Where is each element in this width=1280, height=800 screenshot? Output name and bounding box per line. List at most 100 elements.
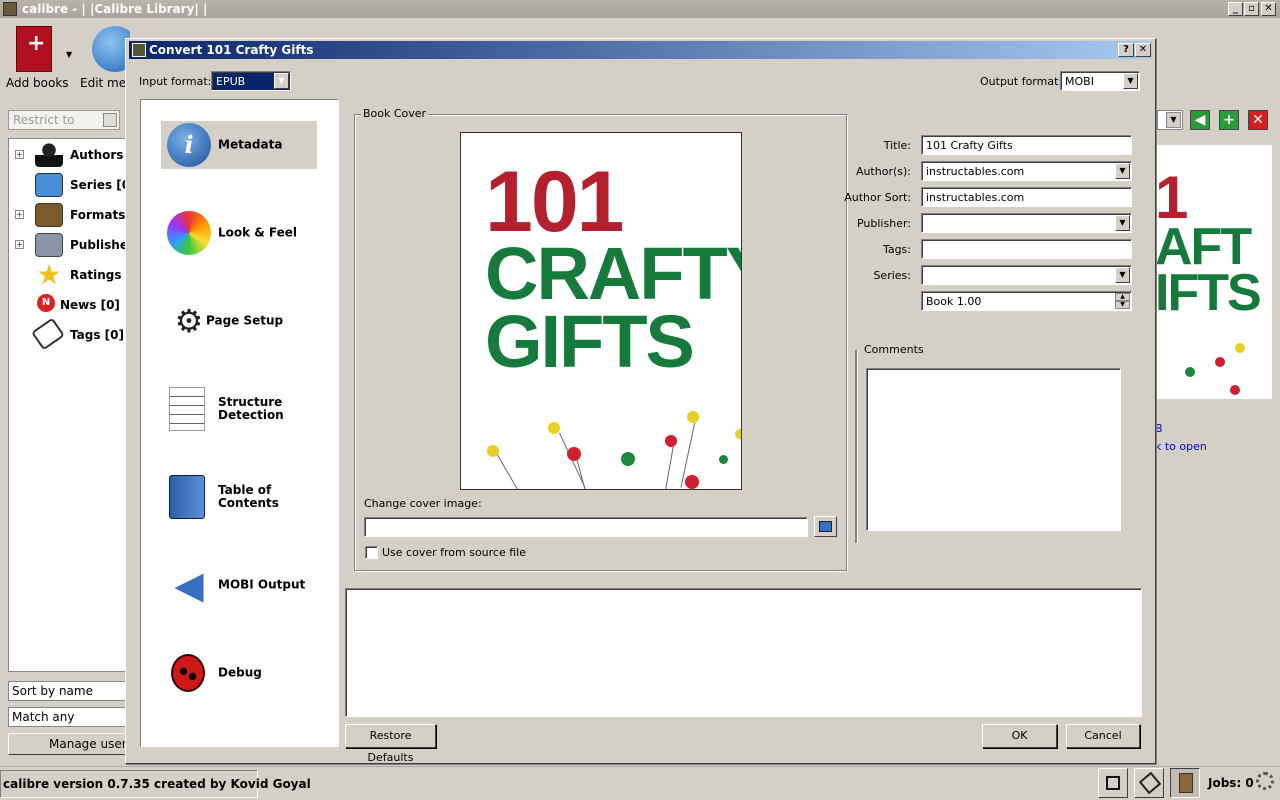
- authors-icon: [35, 143, 63, 167]
- input-format-combo[interactable]: EPUB ▼: [211, 71, 291, 91]
- restore-defaults-button[interactable]: Restore Defaults: [345, 724, 436, 764]
- structure-line-1: Structure: [218, 395, 283, 409]
- status-button-3[interactable]: [1170, 768, 1200, 798]
- help-button[interactable]: ?: [1118, 43, 1134, 57]
- dialog-close-button[interactable]: ✕: [1135, 43, 1151, 57]
- ladybug-icon: [171, 654, 205, 692]
- series-combo[interactable]: ▼: [921, 265, 1132, 285]
- save-disk-icon: [819, 521, 832, 532]
- add-books-icon: +: [16, 26, 52, 72]
- window-close-button[interactable]: ✕: [1261, 2, 1276, 16]
- dropdown-arrow-icon[interactable]: ▼: [274, 73, 289, 89]
- pin-decoration: [735, 429, 741, 439]
- gears-icon: ⚙: [174, 302, 204, 340]
- section-look-feel[interactable]: Look & Feel: [161, 209, 317, 257]
- title-input[interactable]: 101 Crafty Gifts: [921, 135, 1132, 155]
- series-index-spinbox[interactable]: Book 1.00 ▲ ▼: [921, 291, 1132, 311]
- status-button-1[interactable]: [1098, 768, 1128, 798]
- book-details-icon: [1179, 773, 1193, 793]
- tree-item-series[interactable]: Series [0]: [9, 171, 136, 199]
- manage-user-categories-button[interactable]: Manage user ca: [8, 733, 126, 755]
- toc-line-2: Contents: [218, 496, 279, 510]
- dropdown-arrow-icon[interactable]: ▼: [1115, 267, 1130, 283]
- cancel-button[interactable]: Cancel: [1066, 724, 1140, 748]
- calibre-app-icon: [3, 2, 17, 16]
- tag-browser-icon: [1138, 771, 1162, 795]
- edit-metadata-label: Edit meta: [80, 76, 130, 90]
- ok-button[interactable]: OK: [982, 724, 1057, 748]
- pin-decoration: [1215, 357, 1225, 367]
- pin-decoration: [1230, 385, 1240, 395]
- tree-item-ratings[interactable]: ★ Ratings [(: [9, 261, 136, 289]
- add-books-label: Add books: [6, 76, 69, 90]
- expand-icon[interactable]: +: [15, 210, 24, 219]
- tree-item-formats[interactable]: + Formats [: [9, 201, 135, 229]
- tree-label-tags: Tags [0]: [70, 328, 124, 342]
- minimize-button[interactable]: _: [1228, 2, 1243, 16]
- restore-button[interactable]: ▫: [1244, 2, 1259, 16]
- publisher-combo[interactable]: ▼: [921, 213, 1132, 233]
- expand-icon[interactable]: +: [15, 150, 24, 159]
- dropdown-arrow-icon[interactable]: ▼: [1123, 73, 1138, 89]
- author-sort-input[interactable]: instructables.com: [921, 187, 1132, 207]
- pin-decoration: [487, 445, 499, 457]
- section-mobi-output[interactable]: ◀ MOBI Output: [161, 561, 317, 609]
- tag-browser-tree[interactable]: + Authors [ Series [0] + Formats [ + Pub…: [8, 138, 141, 672]
- tree-label-news: News [0]: [60, 298, 120, 312]
- plus-icon[interactable]: +: [1219, 110, 1239, 130]
- conversion-section-list[interactable]: i Metadata Look & Feel ⚙ Page Setup Stru…: [140, 99, 339, 747]
- dropdown-arrow-icon[interactable]: ▼: [1115, 215, 1130, 231]
- dropdown-arrow-icon[interactable]: ▼: [1115, 163, 1130, 179]
- remove-icon[interactable]: ✕: [1248, 110, 1268, 130]
- spin-down-icon[interactable]: ▼: [1115, 301, 1130, 309]
- section-metadata[interactable]: i Metadata: [161, 121, 317, 169]
- change-cover-input[interactable]: [364, 517, 808, 537]
- tags-input[interactable]: [921, 239, 1132, 259]
- authors-combo[interactable]: instructables.com ▼: [921, 161, 1132, 181]
- cover-flow-icon: [1106, 776, 1120, 790]
- convert-dialog: Convert 101 Crafty Gifts ? ✕ Input forma…: [125, 38, 1156, 764]
- browse-cover-button[interactable]: [814, 516, 837, 537]
- output-format-label: Output format:: [980, 75, 1063, 88]
- tree-item-news[interactable]: N News [0]: [9, 291, 127, 319]
- add-books-button[interactable]: + Add books: [6, 26, 69, 90]
- comments-textarea[interactable]: [866, 368, 1121, 531]
- back-arrow-icon[interactable]: ◀: [1190, 110, 1210, 130]
- section-label-look-feel: Look & Feel: [218, 225, 298, 240]
- details-format-link[interactable]: B: [1155, 422, 1163, 435]
- pin-decoration: [664, 445, 674, 489]
- sort-by-combo[interactable]: Sort by name: [8, 681, 126, 701]
- match-any-combo[interactable]: Match any: [8, 707, 126, 727]
- palette-icon: [167, 211, 211, 255]
- section-table-of-contents[interactable]: Table of Contents: [161, 473, 317, 521]
- section-label-metadata: Metadata: [218, 137, 283, 152]
- details-open-link[interactable]: k to open: [1155, 440, 1207, 453]
- book-cover-group-title: Book Cover: [361, 107, 429, 120]
- tree-item-publishers[interactable]: + Publishers: [9, 231, 141, 259]
- spin-up-icon[interactable]: ▲: [1115, 293, 1130, 301]
- title-label: Title:: [883, 139, 911, 152]
- restrict-dropdown-icon[interactable]: [103, 113, 117, 127]
- restrict-to-combo[interactable]: Restrict to: [8, 110, 120, 130]
- book-details-cover: 1 AFT IFTS: [1155, 145, 1272, 399]
- edit-metadata-button[interactable]: Edit meta: [80, 26, 130, 90]
- tree-item-authors[interactable]: + Authors [: [9, 141, 133, 169]
- tree-label-authors: Authors [: [70, 148, 134, 162]
- tree-item-tags[interactable]: Tags [0]: [9, 317, 127, 351]
- section-debug[interactable]: Debug: [161, 649, 317, 697]
- section-structure-detection[interactable]: Structure Detection: [161, 385, 317, 433]
- output-format-value: MOBI: [1065, 75, 1094, 88]
- restrict-to-placeholder: Restrict to: [13, 113, 75, 127]
- add-books-dropdown-arrow[interactable]: ▼: [66, 50, 72, 59]
- author-sort-label: Author Sort:: [844, 191, 911, 204]
- section-page-setup[interactable]: ⚙ Page Setup: [161, 297, 317, 345]
- status-button-2[interactable]: [1134, 768, 1164, 798]
- output-format-combo[interactable]: MOBI ▼: [1060, 71, 1140, 91]
- jobs-label[interactable]: Jobs: 0: [1208, 776, 1254, 790]
- expand-icon[interactable]: +: [15, 240, 24, 249]
- pin-decoration: [687, 411, 699, 423]
- authors-label: Author(s):: [855, 165, 911, 178]
- authors-value: instructables.com: [926, 165, 1025, 178]
- use-cover-checkbox[interactable]: [365, 546, 378, 559]
- arrow-left-icon: ◀: [174, 563, 204, 607]
